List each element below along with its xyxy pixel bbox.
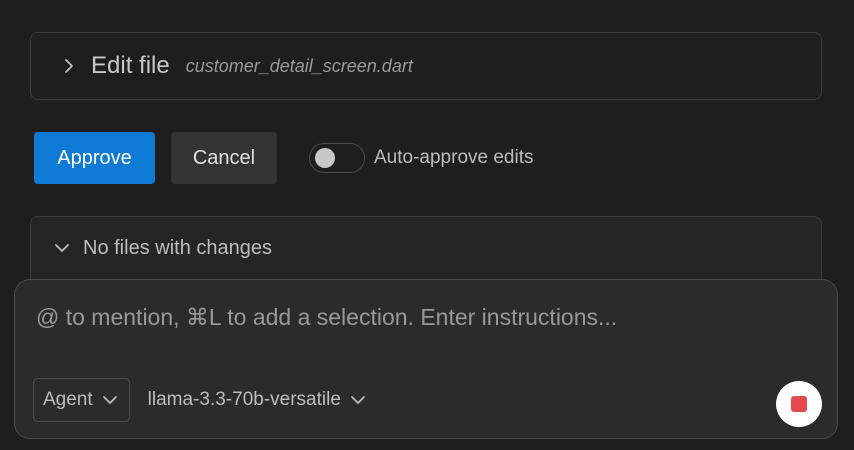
changes-label: No files with changes (83, 237, 272, 259)
chat-view: Edit file customer_detail_screen.dart Ap… (0, 0, 854, 450)
model-dropdown-label: llama-3.3-70b-versatile (147, 389, 341, 410)
approve-button[interactable]: Approve (34, 132, 155, 184)
action-row: Approve Cancel Auto-approve edits (34, 132, 534, 184)
instructions-input[interactable] (36, 304, 816, 331)
chevron-down-icon (101, 391, 119, 409)
stop-button[interactable] (776, 381, 822, 427)
chevron-down-icon (349, 391, 367, 409)
auto-approve-toggle-group: Auto-approve edits (309, 143, 534, 173)
chevron-right-icon[interactable] (61, 58, 77, 74)
edit-file-card[interactable]: Edit file customer_detail_screen.dart (30, 32, 822, 100)
chevron-down-icon[interactable] (53, 239, 71, 257)
stop-icon (791, 396, 807, 412)
auto-approve-label: Auto-approve edits (374, 147, 534, 168)
mode-dropdown-label: Agent (43, 389, 93, 410)
model-dropdown[interactable]: llama-3.3-70b-versatile (148, 378, 367, 422)
mode-dropdown[interactable]: Agent (33, 378, 130, 422)
input-toolbar: Agent llama-3.3-70b-versatile (33, 378, 367, 422)
edit-file-label: Edit file (91, 52, 170, 79)
auto-approve-toggle[interactable] (309, 143, 365, 173)
edit-file-name: customer_detail_screen.dart (185, 55, 413, 76)
cancel-button[interactable]: Cancel (171, 132, 277, 184)
chat-input-panel: Agent llama-3.3-70b-versatile (14, 279, 838, 439)
toggle-knob (315, 148, 335, 168)
